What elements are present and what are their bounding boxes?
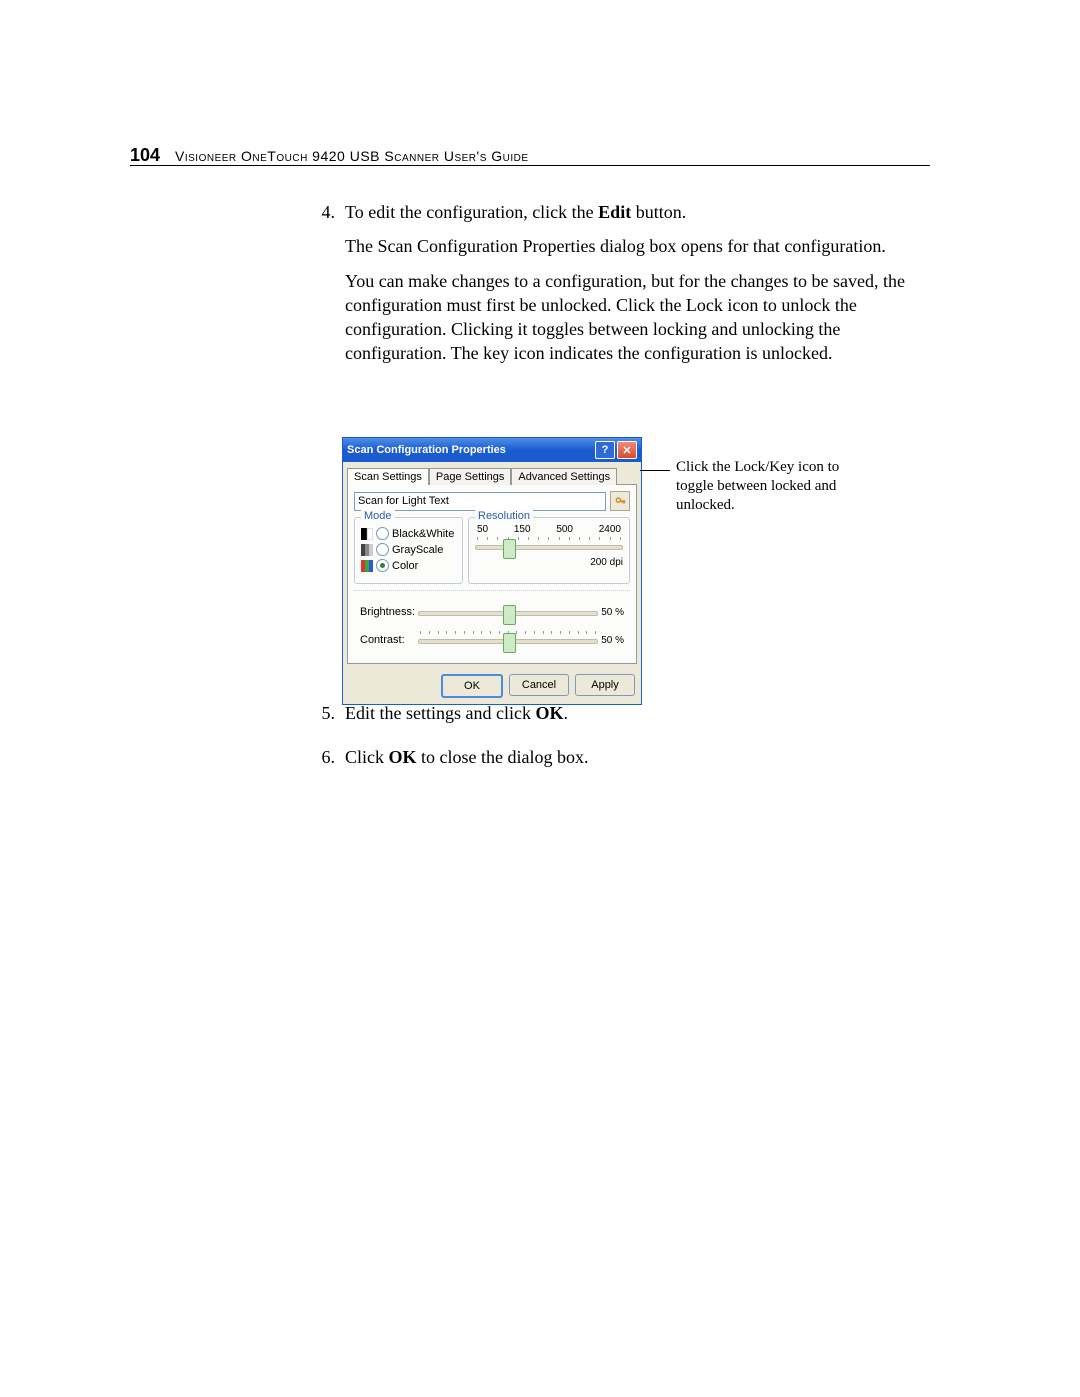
- resolution-legend: Resolution: [475, 510, 533, 522]
- contrast-slider[interactable]: 50 %: [418, 631, 624, 649]
- step-4-line2: The Scan Configuration Properties dialog…: [345, 234, 925, 258]
- ok-button[interactable]: OK: [441, 674, 503, 698]
- apply-button[interactable]: Apply: [575, 674, 635, 696]
- step-5-number: 5.: [305, 700, 345, 736]
- step-6-number: 6.: [305, 744, 345, 780]
- config-name-input[interactable]: [354, 492, 606, 511]
- res-tick-500: 500: [556, 524, 573, 535]
- scan-config-dialog: Scan Configuration Properties ? ✕ Scan S…: [342, 437, 642, 705]
- res-tick-2400: 2400: [599, 524, 621, 535]
- brightness-label: Brightness:: [360, 606, 418, 618]
- res-tick-50: 50: [477, 524, 488, 535]
- cancel-button[interactable]: Cancel: [509, 674, 569, 696]
- grayscale-icon: [361, 544, 373, 556]
- radio-color[interactable]: [376, 559, 389, 572]
- lock-key-button[interactable]: [610, 491, 630, 511]
- key-icon: [615, 496, 626, 507]
- contrast-value: 50 %: [601, 635, 624, 646]
- callout-text: Click the Lock/Key icon to toggle betwee…: [676, 458, 856, 514]
- close-button[interactable]: ✕: [617, 441, 637, 459]
- radio-bw[interactable]: [376, 527, 389, 540]
- step-4-number: 4.: [305, 200, 345, 376]
- mode-legend: Mode: [361, 510, 395, 522]
- page-header: Visioneer OneTouch 9420 USB Scanner User…: [175, 148, 529, 164]
- contrast-thumb[interactable]: [503, 633, 516, 653]
- tab-page-settings[interactable]: Page Settings: [429, 468, 512, 485]
- resolution-value: 200 dpi: [590, 557, 623, 568]
- dialog-titlebar[interactable]: Scan Configuration Properties ? ✕: [343, 438, 641, 462]
- radio-grayscale-label: GrayScale: [392, 544, 443, 556]
- callout-leader-line: [640, 470, 670, 471]
- radio-bw-label: Black&White: [392, 528, 454, 540]
- tab-advanced-settings[interactable]: Advanced Settings: [511, 468, 617, 485]
- contrast-label: Contrast:: [360, 634, 418, 646]
- step-5-text: Edit the settings and click OK.: [345, 700, 925, 726]
- brightness-value: 50 %: [601, 607, 624, 618]
- step-6-text: Click OK to close the dialog box.: [345, 744, 925, 770]
- tab-scan-settings[interactable]: Scan Settings: [347, 468, 429, 485]
- page-number: 104: [130, 145, 160, 166]
- res-tick-150: 150: [514, 524, 531, 535]
- resolution-thumb[interactable]: [503, 539, 516, 559]
- radio-grayscale[interactable]: [376, 543, 389, 556]
- resolution-slider[interactable]: [475, 537, 623, 555]
- brightness-thumb[interactable]: [503, 605, 516, 625]
- header-rule: [130, 165, 930, 166]
- help-button[interactable]: ?: [595, 441, 615, 459]
- color-icon: [361, 560, 373, 572]
- step-4-line3: You can make changes to a configuration,…: [345, 269, 925, 366]
- bw-icon: [361, 528, 373, 540]
- step-4-line1: To edit the configuration, click the Edi…: [345, 200, 925, 224]
- radio-color-label: Color: [392, 560, 418, 572]
- dialog-title: Scan Configuration Properties: [347, 444, 506, 456]
- brightness-slider[interactable]: 50 %: [418, 603, 624, 621]
